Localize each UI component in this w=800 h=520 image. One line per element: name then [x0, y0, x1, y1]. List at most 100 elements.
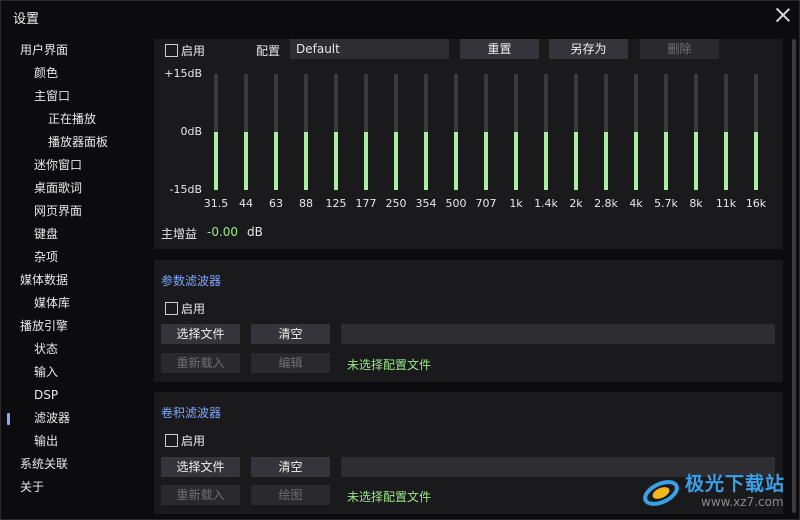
settings-nav: 用户界面 颜色 主窗口 正在播放 播放器面板 迷你窗口 桌面歌词 网页界面 键盘 杂项 媒体数据 媒体… — [1, 39, 146, 509]
conv-reload-button[interactable]: 重新载入 — [161, 485, 240, 505]
eq-band-slider[interactable] — [544, 74, 548, 190]
sidebar-item[interactable]: 播放器面板 — [48, 131, 108, 153]
param-enable-checkbox[interactable]: 启用 — [165, 300, 205, 317]
eq-band-freq-label: 5.7k — [654, 197, 678, 210]
eq-band-slider[interactable] — [724, 74, 728, 190]
eq-band-freq-label: 8k — [689, 197, 703, 210]
preset-select[interactable]: Default — [290, 39, 449, 59]
eq-band-slider[interactable] — [634, 74, 638, 190]
eq-band-fill — [694, 132, 698, 190]
sidebar-item[interactable]: 桌面歌词 — [34, 177, 82, 199]
eq-band-slider[interactable] — [694, 74, 698, 190]
sidebar-item[interactable]: 滤波器 — [34, 407, 70, 429]
checkbox-box[interactable] — [165, 44, 178, 57]
db-mid-label: 0dB — [180, 125, 202, 138]
preset-label: 配置 — [256, 44, 281, 58]
sidebar-item[interactable]: 颜色 — [34, 62, 58, 84]
master-gain-label: 主增益 — [161, 227, 198, 241]
checkbox-label: 启用 — [181, 44, 206, 58]
sidebar-item[interactable]: 键盘 — [34, 223, 58, 245]
eq-band-fill — [334, 132, 338, 190]
param-filter-panel: 参数滤波器 启用 选择文件 清空 重新载入 编辑 未选择配置文件 — [154, 260, 783, 382]
sidebar-item[interactable]: 系统关联 — [20, 453, 68, 475]
eq-band-freq-label: 88 — [299, 197, 313, 210]
eq-band-slider[interactable] — [424, 74, 428, 190]
eq-band-slider[interactable] — [364, 74, 368, 190]
close-icon[interactable] — [775, 7, 791, 23]
conv-filter-title: 卷积滤波器 — [161, 406, 222, 420]
eq-band-slider[interactable] — [214, 74, 218, 190]
eq-band-fill — [574, 132, 578, 190]
eq-band-freq-label: 707 — [475, 197, 497, 210]
checkbox-box[interactable] — [165, 434, 178, 447]
eq-band-fill — [634, 132, 638, 190]
title-bar: 设置 — [1, 1, 799, 31]
eq-band-fill — [394, 132, 398, 190]
conv-plot-button[interactable]: 绘图 — [251, 485, 330, 505]
watermark: 极光下载站 www.xz7.com — [641, 467, 791, 515]
eq-band-slider[interactable] — [604, 74, 608, 190]
watermark-url: www.xz7.com — [701, 495, 784, 509]
conv-status: 未选择配置文件 — [347, 490, 432, 504]
eq-band-fill — [724, 132, 728, 190]
sidebar-item[interactable]: 输出 — [34, 430, 58, 452]
param-reload-button[interactable]: 重新载入 — [161, 353, 240, 373]
checkbox-box[interactable] — [165, 302, 178, 315]
eq-band-freq-label: 11k — [715, 197, 737, 210]
param-file-path[interactable] — [341, 324, 775, 344]
reset-button[interactable]: 重置 — [460, 39, 539, 59]
equalizer-panel: 启用 配置 Default 重置 另存为 删除 +15dB 0dB -15dB … — [154, 39, 783, 249]
eq-band-freq-label: 500 — [445, 197, 467, 210]
sidebar-item[interactable]: 网页界面 — [34, 200, 82, 222]
eq-band-slider[interactable] — [514, 74, 518, 190]
param-clear-button[interactable]: 清空 — [251, 324, 330, 344]
watermark-brand: 极光下载站 — [685, 473, 786, 495]
eq-band-freq-label: 4k — [629, 197, 643, 210]
param-filter-title: 参数滤波器 — [161, 274, 222, 288]
eq-band-fill — [304, 132, 308, 190]
conv-clear-button[interactable]: 清空 — [251, 457, 330, 477]
sidebar-item[interactable]: 关于 — [20, 476, 44, 498]
settings-window: 设置 用户界面 颜色 主窗口 正在播放 播放器面板 迷你窗口 桌面歌词 网页界面 键盘 杂项 媒体数… — [0, 0, 800, 520]
sidebar-item[interactable]: 状态 — [34, 338, 58, 360]
eq-band-slider[interactable] — [754, 74, 758, 190]
save-as-button[interactable]: 另存为 — [549, 39, 628, 59]
delete-button[interactable]: 删除 — [640, 39, 719, 59]
sidebar-item[interactable]: 用户界面 — [20, 39, 68, 61]
eq-band-fill — [514, 132, 518, 190]
scrollbar-thumb[interactable] — [792, 39, 796, 513]
sidebar-item[interactable]: 杂项 — [34, 246, 58, 268]
eq-band-slider[interactable] — [394, 74, 398, 190]
sidebar-item[interactable]: DSP — [34, 384, 58, 406]
eq-band-slider[interactable] — [244, 74, 248, 190]
eq-band-slider[interactable] — [484, 74, 488, 190]
eq-band-freq-label: 31.5 — [203, 197, 229, 210]
eq-band-fill — [214, 132, 218, 190]
sidebar-item[interactable]: 迷你窗口 — [34, 154, 82, 176]
param-edit-button[interactable]: 编辑 — [251, 353, 330, 373]
sidebar-item[interactable]: 正在播放 — [48, 108, 96, 130]
eq-band-slider[interactable] — [664, 74, 668, 190]
eq-enable-checkbox[interactable]: 启用 — [165, 42, 205, 59]
eq-band-slider[interactable] — [274, 74, 278, 190]
sidebar-item[interactable]: 输入 — [34, 361, 58, 383]
sidebar-item[interactable]: 主窗口 — [34, 85, 70, 107]
eq-band-slider[interactable] — [334, 74, 338, 190]
sidebar-item[interactable]: 媒体数据 — [20, 269, 68, 291]
conv-choose-file-button[interactable]: 选择文件 — [161, 457, 240, 477]
eq-band-slider[interactable] — [454, 74, 458, 190]
eq-band-slider[interactable] — [574, 74, 578, 190]
param-choose-file-button[interactable]: 选择文件 — [161, 324, 240, 344]
sidebar-item[interactable]: 播放引擎 — [20, 315, 68, 337]
scrollbar[interactable] — [791, 39, 797, 513]
sidebar-item[interactable]: 媒体库 — [34, 292, 70, 314]
checkbox-label: 启用 — [181, 434, 206, 448]
eq-band-slider[interactable] — [304, 74, 308, 190]
eq-band-freq-label: 1.4k — [534, 197, 558, 210]
eq-band-freq-label: 1k — [509, 197, 523, 210]
conv-enable-checkbox[interactable]: 启用 — [165, 432, 205, 449]
eq-band-freq-label: 44 — [239, 197, 253, 210]
eq-band-fill — [364, 132, 368, 190]
eq-band-fill — [244, 132, 248, 190]
eq-band-fill — [484, 132, 488, 190]
